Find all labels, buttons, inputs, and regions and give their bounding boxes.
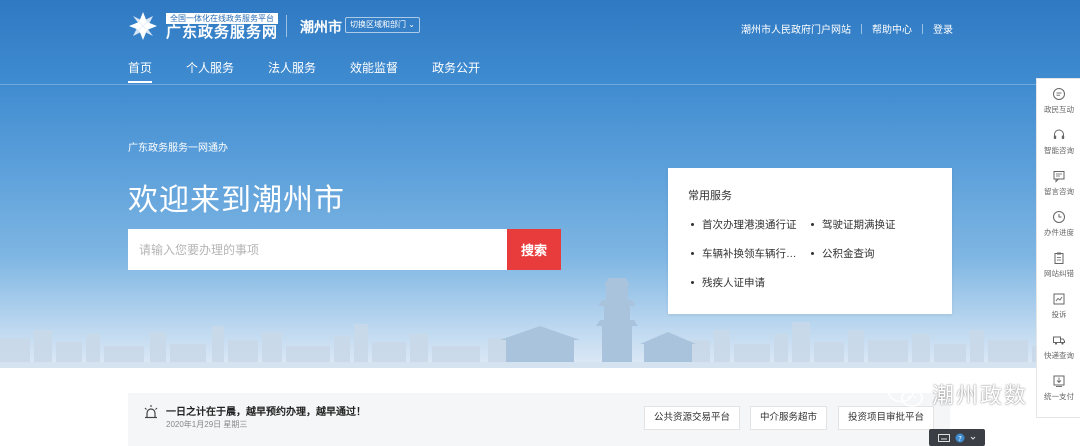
- side-item-interaction[interactable]: 政民互动: [1037, 87, 1080, 115]
- side-item-complaint[interactable]: 投诉: [1037, 292, 1080, 320]
- side-item-label: 智能咨询: [1044, 146, 1074, 155]
- nav-divider: [0, 84, 1080, 85]
- side-item-label: 网站纠错: [1044, 269, 1074, 278]
- notice-bar: 一日之计在于晨，越早预约办理，越早通过！ 2020年1月29日 星期三 公共资源…: [128, 393, 950, 446]
- headset-icon: [1053, 129, 1065, 139]
- floating-tray-widget[interactable]: ?: [929, 429, 985, 446]
- nav-item-supervision[interactable]: 效能监督: [350, 59, 398, 83]
- service-link[interactable]: 车辆补换领车辆行驶证: [691, 246, 801, 261]
- switch-region-dropdown[interactable]: 切换区域和部门 ⌄: [345, 17, 420, 33]
- nav-item-home[interactable]: 首页: [128, 59, 153, 83]
- help-center-link[interactable]: 帮助中心: [872, 21, 912, 36]
- notice-date: 2020年1月29日 星期三: [166, 420, 248, 429]
- top-links: 潮州市人民政府门户网站 帮助中心 登录: [741, 21, 953, 36]
- service-link[interactable]: 首次办理港澳通行证: [691, 217, 811, 232]
- portal-logo-icon[interactable]: [128, 11, 158, 41]
- search-button[interactable]: 搜索: [507, 229, 561, 270]
- chat-bubble-icon: [1053, 88, 1065, 100]
- side-item-progress[interactable]: 办件进度: [1037, 210, 1080, 238]
- side-item-label: 办件进度: [1044, 228, 1074, 237]
- chevron-down-icon: [970, 436, 976, 440]
- complaint-icon: [1053, 293, 1065, 305]
- nav-item-corporate[interactable]: 法人服务: [268, 59, 316, 83]
- search-input[interactable]: [128, 229, 507, 270]
- welcome-heading: 欢迎来到潮州市: [128, 184, 345, 217]
- side-item-label: 政民互动: [1044, 105, 1074, 114]
- common-services-title: 常用服务: [688, 190, 732, 202]
- main-nav: 首页 个人服务 法人服务 效能监督 政务公开: [128, 59, 514, 83]
- help-icon: ?: [955, 433, 965, 442]
- service-link[interactable]: 驾驶证期满换证: [811, 217, 931, 232]
- header-divider: [286, 15, 287, 37]
- top-bar: 全国一体化在线政务服务平台 广东政务服务网 潮州市 切换区域和部门 ⌄ 潮州市人…: [0, 0, 1080, 52]
- service-link[interactable]: 公积金查询: [811, 246, 931, 261]
- message-icon: [1053, 171, 1065, 183]
- clock-icon: [1053, 211, 1065, 223]
- intermediary-market-button[interactable]: 中介服务超市: [750, 406, 828, 430]
- nav-item-personal[interactable]: 个人服务: [186, 59, 234, 83]
- switch-region-label: 切换区域和部门: [350, 20, 406, 29]
- link-divider: [861, 23, 862, 34]
- side-item-label: 留言咨询: [1044, 187, 1074, 196]
- city-name: 潮州市: [300, 19, 342, 35]
- hero-slogan: 广东政务服务一网通办: [128, 143, 228, 154]
- nav-item-public-affairs[interactable]: 政务公开: [432, 59, 480, 83]
- watermark: 潮州政数: [886, 378, 1028, 410]
- service-link[interactable]: 残疾人证申请: [691, 275, 811, 290]
- alarm-light-icon: [144, 405, 158, 419]
- svg-text:?: ?: [958, 434, 962, 442]
- payment-icon: [1053, 375, 1065, 387]
- watermark-text: 潮州政数: [932, 383, 1029, 408]
- wechat-icon: [888, 381, 923, 407]
- keyboard-icon: [938, 433, 950, 442]
- side-item-error-report[interactable]: 网站纠错: [1037, 251, 1080, 279]
- portal-badge: 全国一体化在线政务服务平台: [166, 13, 278, 24]
- side-item-express[interactable]: 快递查询: [1037, 333, 1080, 361]
- side-item-label: 快递查询: [1044, 351, 1074, 360]
- notice-text: 一日之计在于晨，越早预约办理，越早通过！: [166, 407, 366, 418]
- side-item-label: 投诉: [1051, 310, 1067, 319]
- gov-portal-link[interactable]: 潮州市人民政府门户网站: [741, 21, 851, 36]
- hero-banner: 全国一体化在线政务服务平台 广东政务服务网 潮州市 切换区域和部门 ⌄ 潮州市人…: [0, 0, 1080, 368]
- login-link[interactable]: 登录: [933, 21, 953, 36]
- public-resource-platform-button[interactable]: 公共资源交易平台: [644, 406, 741, 430]
- clipboard-icon: [1054, 252, 1064, 264]
- common-services-card: 常用服务 首次办理港澳通行证 驾驶证期满换证 车辆补换领车辆行驶证 公积金查询 …: [668, 168, 952, 314]
- portal-title[interactable]: 广东政务服务网: [166, 24, 278, 42]
- side-item-message[interactable]: 留言咨询: [1037, 169, 1080, 197]
- truck-icon: [1053, 336, 1065, 345]
- chevron-down-icon: ⌄: [408, 20, 415, 29]
- link-divider: [922, 23, 923, 34]
- side-toolbar: 政民互动 智能咨询 留言咨询 办件进度 网站纠错 投诉 快递查询 统一支付: [1036, 78, 1080, 418]
- side-item-payment[interactable]: 统一支付: [1037, 374, 1080, 402]
- side-item-smart-consult[interactable]: 智能咨询: [1037, 128, 1080, 156]
- side-item-label: 统一支付: [1044, 392, 1074, 401]
